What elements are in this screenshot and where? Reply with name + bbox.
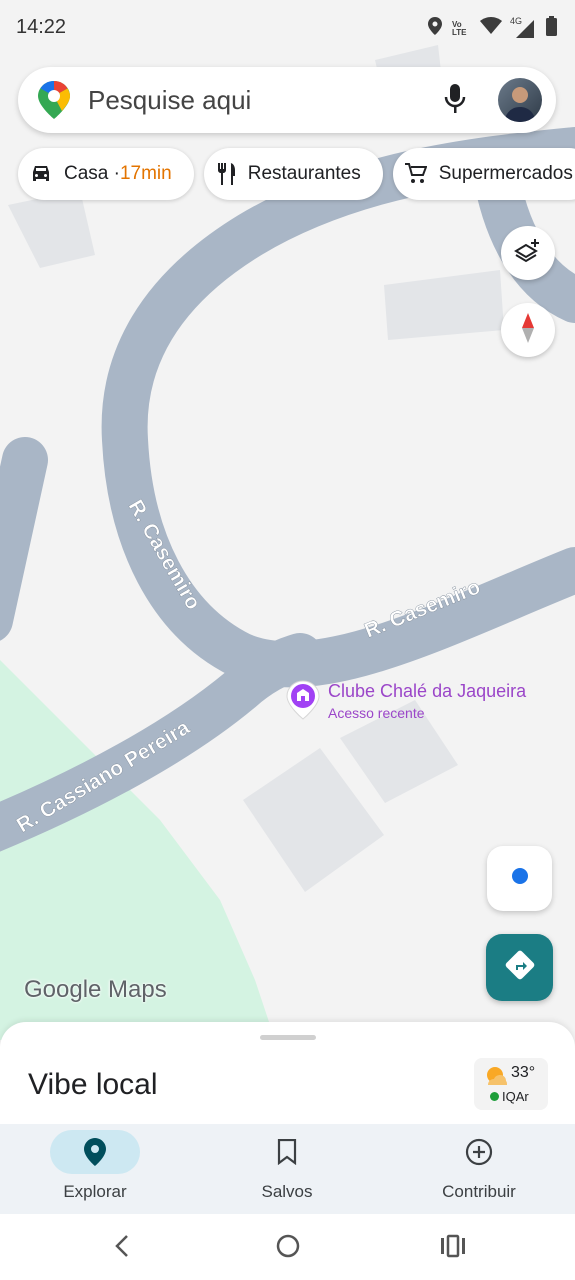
nav-contribuir-label: Contribuir: [442, 1182, 516, 1201]
air-quality: IQAr: [490, 1089, 529, 1104]
aqi-dot-icon: [490, 1092, 499, 1101]
poi-subtitle: Acesso recente: [328, 705, 425, 721]
sheet-title: Vibe local: [28, 1068, 158, 1101]
chip-supermercados[interactable]: Supermercados: [392, 148, 575, 200]
nav-contribuir[interactable]: Contribuir: [384, 1124, 574, 1214]
wifi-icon: [480, 17, 502, 40]
recents-icon[interactable]: [440, 1232, 466, 1265]
microphone-icon[interactable]: [444, 84, 466, 119]
4g-signal-icon: 4G: [510, 16, 536, 38]
status-time: 14:22: [16, 16, 67, 38]
car-icon: [30, 165, 52, 183]
layers-button[interactable]: [501, 226, 555, 280]
cart-icon: [404, 163, 427, 185]
fork-knife-icon: [216, 163, 236, 185]
weather-widget[interactable]: 33° IQAr: [474, 1058, 548, 1110]
search-bar[interactable]: Pesquise aqui: [18, 67, 556, 133]
compass-button[interactable]: [501, 303, 555, 357]
chip-supermercados-label: Supermercados: [438, 163, 573, 184]
add-circle-icon: [434, 1130, 524, 1174]
volte-icon: Vo LTE: [452, 19, 467, 37]
back-icon[interactable]: [112, 1232, 132, 1265]
system-navigation-bar: [0, 1214, 575, 1280]
chip-restaurantes[interactable]: Restaurantes: [203, 148, 383, 200]
home-icon[interactable]: [275, 1232, 301, 1265]
explore-sheet[interactable]: Vibe local 33° IQAr: [0, 1022, 575, 1132]
location-icon: [428, 17, 442, 40]
google-maps-watermark: Google Maps: [24, 976, 167, 1003]
avatar[interactable]: [498, 78, 542, 122]
layers-icon: [514, 237, 542, 270]
weather-temperature: 33°: [511, 1064, 536, 1081]
nav-explorar[interactable]: Explorar: [0, 1124, 190, 1214]
bottom-navigation: Explorar Salvos Contribuir: [0, 1124, 575, 1214]
chip-restaurantes-label: Restaurantes: [247, 163, 361, 184]
partly-sunny-icon: [484, 1065, 508, 1092]
quick-chips: Casa · 17min Restaurantes Supermercados: [18, 148, 575, 200]
battery-icon: [546, 16, 557, 41]
explore-pin-icon: [50, 1130, 140, 1174]
bookmark-icon: [242, 1130, 332, 1174]
my-location-button[interactable]: [487, 846, 552, 911]
directions-button[interactable]: [486, 934, 553, 1001]
nav-salvos-label: Salvos: [261, 1182, 313, 1201]
google-maps-logo-icon: [38, 81, 70, 124]
aqi-label: IQAr: [502, 1089, 529, 1104]
chip-casa-eta: 17min: [119, 163, 172, 184]
poi-name[interactable]: Clube Chalé da Jaqueira: [328, 681, 526, 702]
poi-pin-icon[interactable]: [286, 680, 320, 725]
status-bar: 14:22 Vo LTE 4G: [0, 0, 575, 56]
sheet-drag-handle[interactable]: [260, 1035, 316, 1040]
nav-explorar-label: Explorar: [63, 1182, 127, 1201]
nav-salvos[interactable]: Salvos: [192, 1124, 382, 1214]
chip-casa-label: Casa ·: [64, 163, 120, 184]
chip-casa[interactable]: Casa · 17min: [18, 148, 194, 200]
compass-icon: [518, 312, 538, 348]
directions-icon: [505, 950, 535, 985]
search-input[interactable]: Pesquise aqui: [88, 85, 251, 116]
location-dot-icon: [511, 867, 529, 890]
